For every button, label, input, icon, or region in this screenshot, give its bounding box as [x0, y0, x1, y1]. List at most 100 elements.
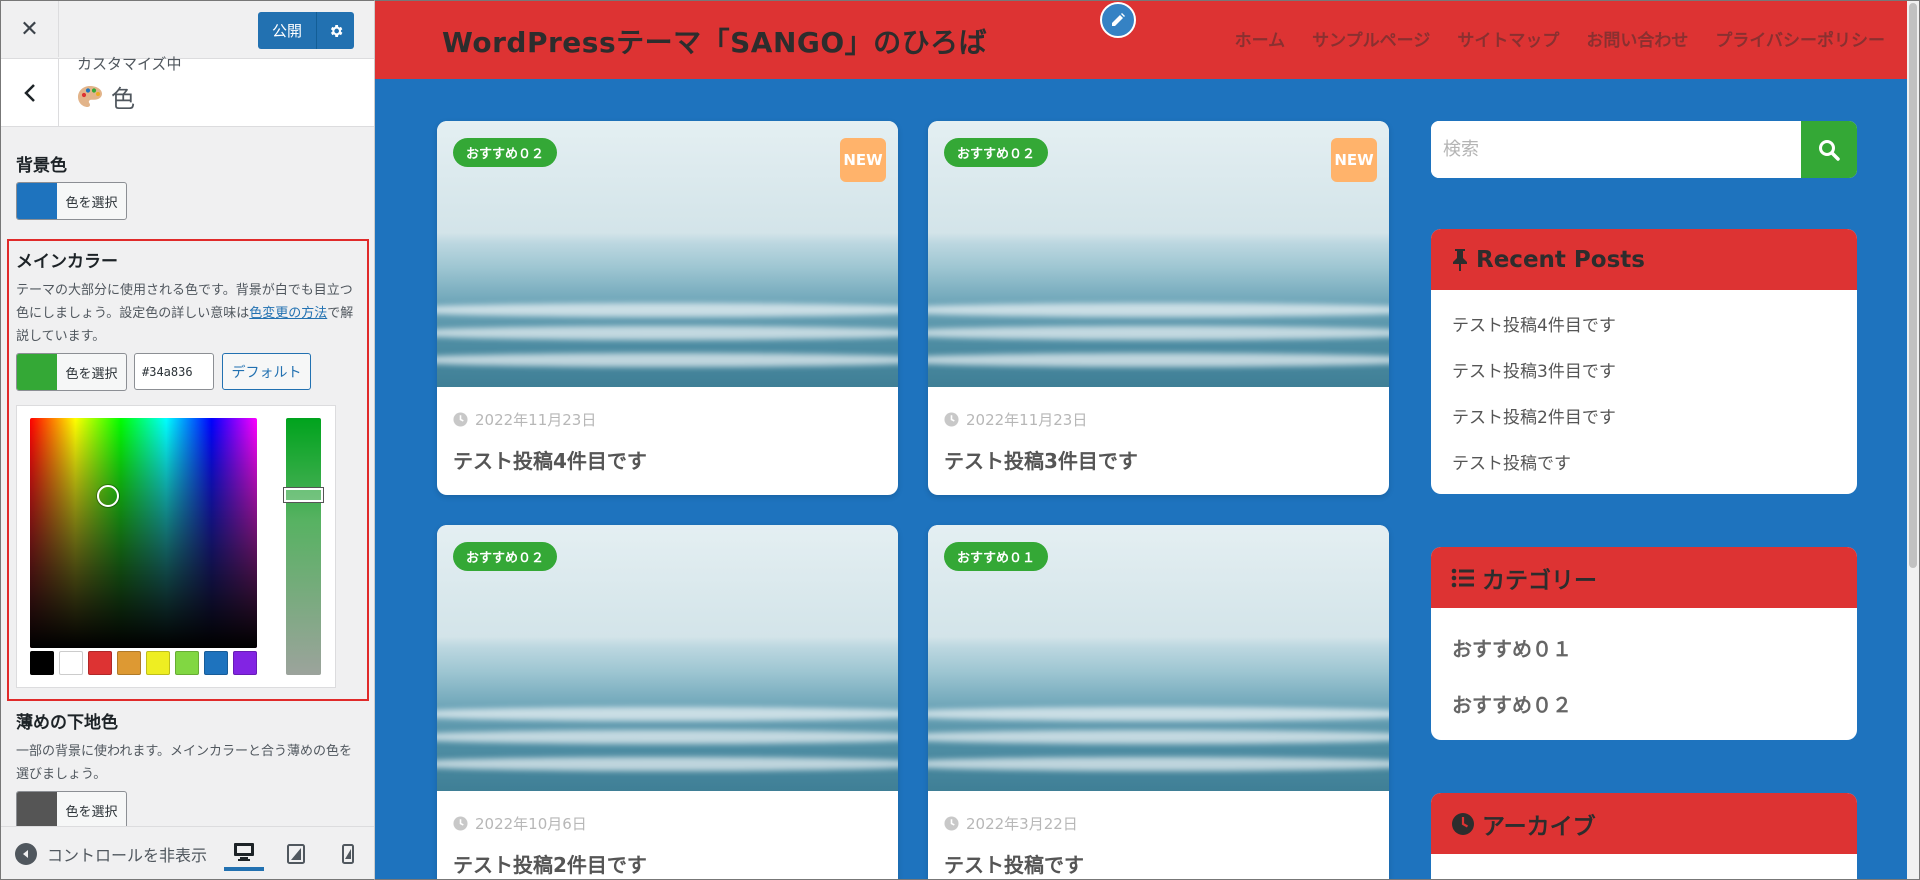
nav-privacy-policy[interactable]: プライバシーポリシー — [1715, 26, 1885, 51]
category-badge[interactable]: おすすめ０２ — [453, 138, 558, 167]
palette-swatch-white[interactable] — [59, 651, 83, 675]
post-title[interactable]: テスト投稿です — [944, 849, 1084, 878]
post-date-text: 2022年10月6日 — [475, 815, 587, 833]
category-badge[interactable]: おすすめ０２ — [944, 138, 1049, 167]
search-input[interactable] — [1431, 121, 1801, 178]
post-title[interactable]: テスト投稿4件目です — [453, 445, 647, 474]
search-icon — [1819, 139, 1840, 161]
new-badge: NEW — [840, 138, 886, 182]
post-card[interactable]: おすすめ０２ 2022年10月6日 テスト投稿2件目です — [437, 525, 898, 879]
palette-swatch-green[interactable] — [175, 651, 199, 675]
saturation-slider[interactable] — [284, 418, 323, 675]
post-title[interactable]: テスト投稿3件目です — [944, 445, 1138, 474]
recent-post-link[interactable]: テスト投稿2件目です — [1452, 403, 1616, 428]
nav-contact[interactable]: お問い合わせ — [1586, 26, 1688, 51]
nav-sample-page[interactable]: サンプルページ — [1312, 26, 1430, 51]
collapse-icon — [15, 843, 37, 865]
site-preview: WordPressテーマ「SANGO」のひろば ホーム サンプルページ サイトマ… — [375, 0, 1920, 880]
clock-icon — [1452, 812, 1474, 835]
main-color-button-label: 色を選択 — [65, 366, 118, 382]
chevron-left-icon — [23, 84, 35, 102]
scrollbar-thumb[interactable] — [1909, 3, 1917, 568]
publish-button[interactable]: 公開 — [258, 12, 316, 49]
category-badge[interactable]: おすすめ０２ — [453, 542, 558, 571]
archive-widget: アーカイブ — [1431, 793, 1857, 879]
recent-post-link[interactable]: テスト投稿3件目です — [1452, 357, 1616, 382]
desktop-icon — [234, 843, 254, 861]
nav-sitemap[interactable]: サイトマップ — [1457, 26, 1559, 51]
clock-icon — [944, 816, 959, 831]
edit-shortcut-button[interactable] — [1100, 2, 1136, 38]
collapse-controls-button[interactable]: コントロールを非表示 — [15, 842, 207, 866]
site-title[interactable]: WordPressテーマ「SANGO」のひろば — [442, 21, 987, 61]
category-link[interactable]: おすすめ０１ — [1452, 633, 1572, 662]
background-color-swatch — [17, 183, 57, 219]
main-color-swatch — [17, 354, 57, 390]
palette-swatch-black[interactable] — [30, 651, 54, 675]
post-thumbnail: おすすめ０２ NEW — [928, 121, 1389, 387]
post-date-text: 2022年3月22日 — [966, 815, 1078, 833]
preview-scrollbar[interactable] — [1907, 1, 1919, 879]
publish-settings-button[interactable] — [316, 12, 354, 49]
category-link[interactable]: おすすめ０２ — [1452, 689, 1572, 718]
search-button[interactable] — [1801, 121, 1857, 178]
color-picker-square[interactable] — [30, 418, 257, 648]
light-base-color-swatch — [17, 792, 57, 828]
close-icon: ✕ — [20, 16, 39, 42]
post-date: 2022年10月6日 — [453, 813, 587, 834]
search-widget — [1431, 121, 1857, 178]
section-title-text: 色 — [111, 85, 135, 113]
category-badge[interactable]: おすすめ０１ — [944, 542, 1049, 571]
main-color-title: メインカラー — [16, 252, 118, 272]
light-base-color-button[interactable]: 色を選択 — [16, 791, 127, 829]
recent-post-link[interactable]: テスト投稿4件目です — [1452, 311, 1616, 336]
preview-desktop-button[interactable] — [224, 837, 264, 871]
archive-header: アーカイブ — [1431, 793, 1857, 854]
back-button[interactable] — [1, 59, 59, 127]
light-base-color-button-label: 色を選択 — [65, 804, 118, 820]
customizing-label: カスタマイズ中 — [77, 55, 182, 73]
nav-home[interactable]: ホーム — [1235, 26, 1286, 51]
saturation-slider-handle[interactable] — [284, 488, 323, 502]
post-date: 2022年3月22日 — [944, 813, 1078, 834]
darkness-gradient — [30, 418, 257, 648]
post-date: 2022年11月23日 — [453, 409, 596, 430]
palette-swatch-purple[interactable] — [233, 651, 257, 675]
main-color-button[interactable]: 色を選択 — [16, 353, 127, 391]
categories-title: カテゴリー — [1482, 567, 1597, 594]
preview-mobile-button[interactable] — [328, 837, 368, 871]
post-thumbnail: おすすめ０２ — [437, 525, 898, 791]
post-date-text: 2022年11月23日 — [966, 411, 1088, 429]
default-color-button[interactable]: デフォルト — [222, 353, 311, 390]
section-title: 色 — [77, 79, 135, 114]
light-base-color-title: 薄めの下地色 — [16, 713, 118, 733]
close-customizer-button[interactable]: ✕ — [1, 1, 59, 57]
palette-swatch-blue[interactable] — [204, 651, 228, 675]
hex-color-input[interactable] — [134, 353, 214, 390]
post-card[interactable]: おすすめ０１ 2022年3月22日 テスト投稿です — [928, 525, 1389, 879]
preview-tablet-button[interactable] — [276, 837, 316, 871]
palette-swatch-orange[interactable] — [117, 651, 141, 675]
palette-swatch-red[interactable] — [88, 651, 112, 675]
post-date: 2022年11月23日 — [944, 409, 1087, 430]
post-title[interactable]: テスト投稿2件目です — [453, 849, 647, 878]
palette-icon — [78, 85, 102, 107]
post-card[interactable]: おすすめ０２ NEW 2022年11月23日 テスト投稿3件目です — [928, 121, 1389, 495]
recent-post-link[interactable]: テスト投稿です — [1452, 449, 1571, 474]
customizer-header: ✕ 公開 — [1, 1, 374, 59]
recent-posts-header: Recent Posts — [1431, 229, 1857, 290]
site-header: WordPressテーマ「SANGO」のひろば ホーム サンプルページ サイトマ… — [375, 1, 1919, 79]
post-card[interactable]: おすすめ０２ NEW 2022年11月23日 テスト投稿4件目です — [437, 121, 898, 495]
post-thumbnail: おすすめ０２ NEW — [437, 121, 898, 387]
new-badge: NEW — [1331, 138, 1377, 182]
background-color-button[interactable]: 色を選択 — [16, 182, 127, 220]
main-color-description: テーマの大部分に使用される色です。背景が白でも目立つ色にしましょう。設定色の詳し… — [16, 279, 361, 348]
palette-swatch-yellow[interactable] — [146, 651, 170, 675]
color-change-link[interactable]: 色変更の方法 — [249, 306, 327, 321]
color-picker-handle[interactable] — [97, 485, 119, 507]
background-color-title: 背景色 — [16, 156, 67, 176]
tablet-icon — [287, 844, 305, 864]
pin-icon — [1453, 248, 1467, 271]
mobile-icon — [342, 844, 354, 864]
publish-group: 公開 — [258, 12, 354, 49]
